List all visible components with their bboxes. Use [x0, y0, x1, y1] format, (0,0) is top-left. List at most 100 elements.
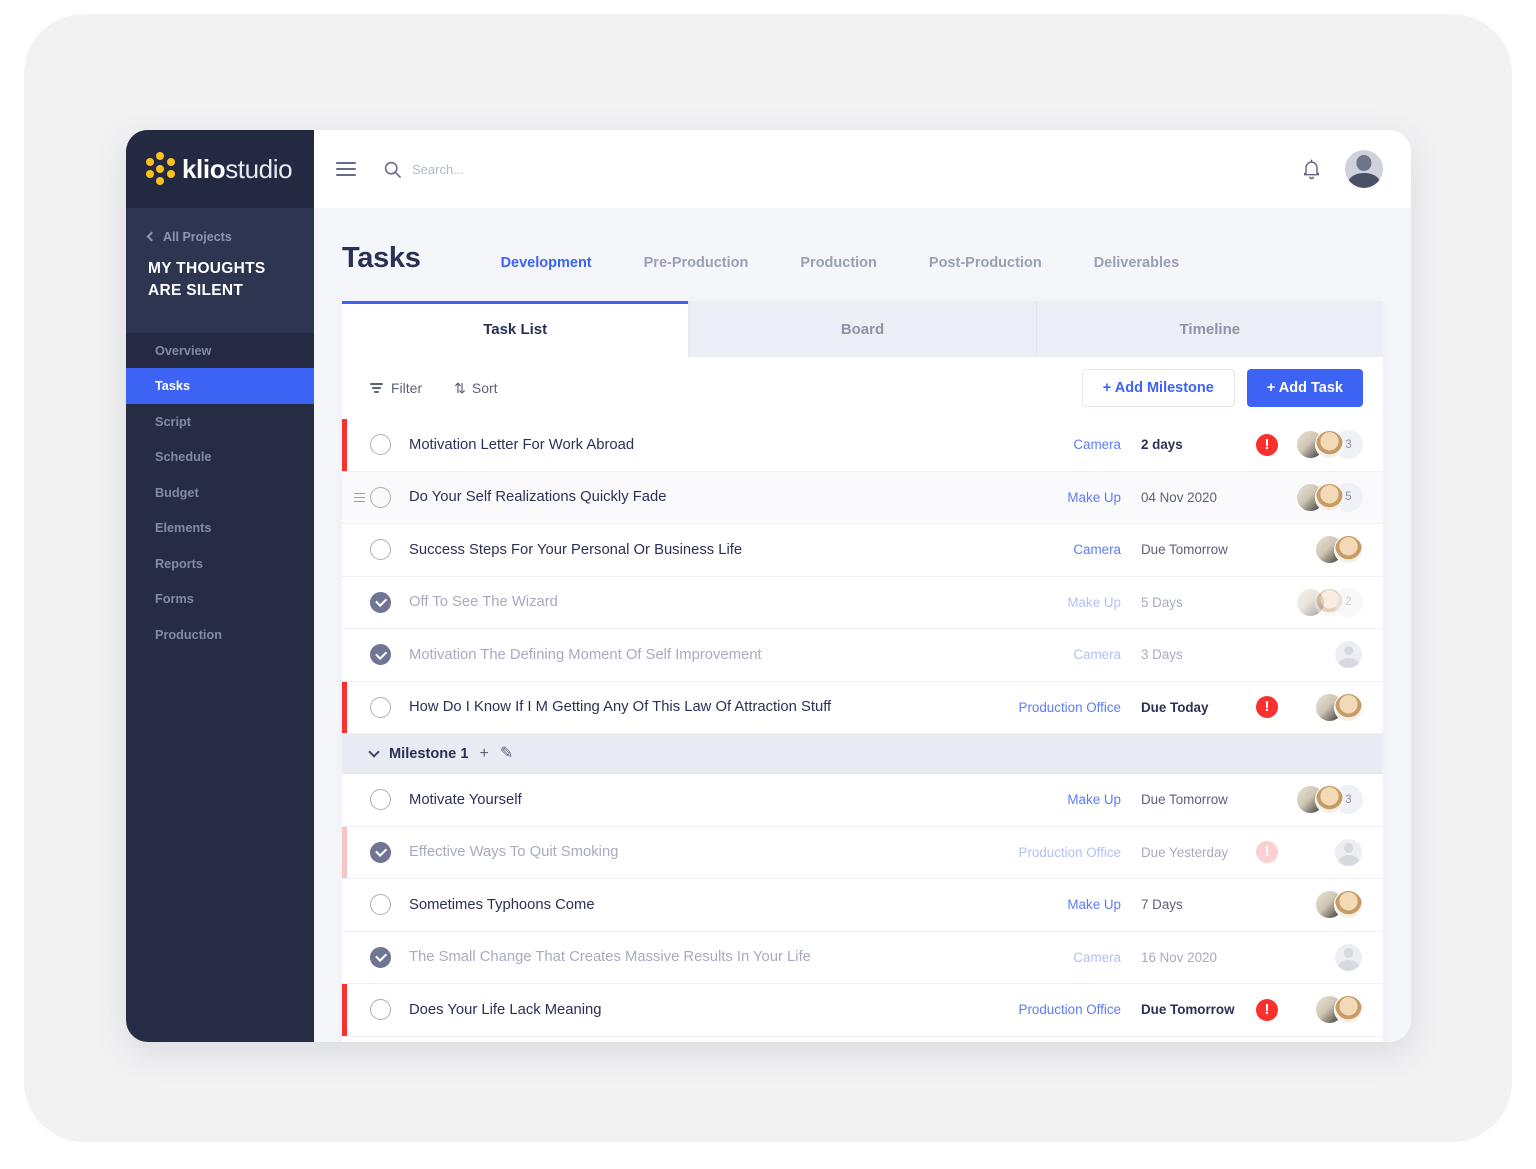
sidebar-item-schedule[interactable]: Schedule — [126, 439, 314, 475]
task-department[interactable]: Camera — [1073, 950, 1121, 965]
overdue-alert-icon[interactable]: ! — [1256, 998, 1278, 1021]
assignee-avatars[interactable]: 2 — [1289, 587, 1363, 617]
phase-tab-pre-production[interactable]: Pre-Production — [618, 255, 775, 271]
task-name: Sometimes Typhoons Come — [409, 896, 595, 913]
overdue-alert-icon[interactable]: ! — [1256, 696, 1278, 719]
view-tab-timeline[interactable]: Timeline — [1036, 301, 1383, 357]
add-task-to-milestone-icon[interactable]: + — [479, 745, 488, 762]
klio-flower-logo-icon — [143, 152, 177, 186]
phase-tab-post-production[interactable]: Post-Production — [903, 255, 1068, 271]
app-logo[interactable]: kliostudio — [126, 130, 314, 208]
filter-label: Filter — [391, 380, 423, 396]
task-department[interactable]: Camera — [1073, 542, 1121, 557]
task-row[interactable]: The Small Change That Creates Massive Re… — [342, 932, 1383, 984]
task-checkbox[interactable] — [370, 789, 391, 811]
phase-tab-development[interactable]: Development — [475, 255, 618, 271]
filter-button[interactable]: Filter — [370, 380, 422, 396]
edit-milestone-pencil-icon[interactable]: ✎ — [500, 745, 513, 762]
hamburger-line — [336, 162, 356, 164]
task-row[interactable]: Effective Ways To Quit Smoking Production… — [342, 826, 1383, 879]
user-avatar[interactable] — [1345, 150, 1383, 188]
task-department[interactable]: Make Up — [1067, 792, 1121, 807]
overdue-alert-icon[interactable]: ! — [1256, 433, 1278, 456]
task-checkbox[interactable] — [370, 946, 391, 968]
sort-button[interactable]: ⇅ Sort — [454, 380, 497, 397]
drag-handle-icon[interactable] — [354, 492, 365, 502]
assignee-avatars[interactable] — [1289, 535, 1363, 565]
sidebar-item-forms[interactable]: Forms — [126, 581, 314, 617]
task-row[interactable]: Success Steps For Your Personal Or Busin… — [342, 524, 1383, 577]
add-milestone-button[interactable]: + Add Milestone — [1081, 369, 1235, 407]
chevron-down-icon[interactable] — [368, 746, 380, 758]
task-row[interactable]: Do Your Self Realizations Quickly Fade Ma… — [342, 471, 1383, 524]
task-department[interactable]: Camera — [1073, 647, 1121, 662]
phase-tabs: Development Pre-Production Production Post-… — [475, 255, 1206, 271]
assignee-avatars[interactable]: 3 — [1289, 785, 1363, 815]
logo-dot — [156, 165, 165, 174]
task-department[interactable]: Production Office — [1019, 1002, 1121, 1017]
assignee-avatars[interactable] — [1289, 692, 1363, 722]
logo-dot — [156, 176, 165, 185]
task-row-meta: Camera 16 Nov 2020 — [1073, 942, 1363, 972]
task-department[interactable]: Production Office — [1019, 845, 1121, 860]
avatar — [1334, 942, 1363, 972]
assignee-avatars[interactable] — [1289, 640, 1363, 670]
avatar — [1334, 995, 1363, 1025]
filter-icon — [370, 383, 383, 393]
task-row[interactable]: Sometimes Typhoons Come Make Up 7 Days — [342, 879, 1383, 932]
assignee-avatars[interactable]: 3 — [1289, 430, 1363, 460]
view-tab-task-list[interactable]: Task List — [342, 301, 690, 357]
task-checkbox[interactable] — [370, 999, 391, 1021]
task-checkbox[interactable] — [370, 894, 391, 916]
task-row[interactable]: Motivation Letter For Work Abroad Camera 2… — [342, 419, 1383, 472]
task-row[interactable]: Motivation The Defining Moment Of Self I… — [342, 629, 1383, 682]
top-bar — [314, 130, 1411, 208]
task-due-date: 16 Nov 2020 — [1141, 949, 1217, 965]
task-checkbox[interactable] — [370, 539, 391, 561]
add-task-button[interactable]: + Add Task — [1246, 369, 1363, 407]
task-checkbox[interactable] — [370, 434, 391, 456]
all-projects-link[interactable]: All Projects — [146, 230, 292, 244]
task-row-meta: Camera 3 Days — [1073, 640, 1363, 670]
phase-tab-deliverables[interactable]: Deliverables — [1068, 255, 1205, 271]
assignee-avatars[interactable] — [1289, 995, 1363, 1025]
search-input[interactable] — [412, 161, 672, 177]
logo-dot — [145, 158, 154, 167]
sidebar: kliostudio All Projects MY THOUGHTS ARE … — [126, 130, 314, 1042]
assignee-avatars[interactable] — [1289, 890, 1363, 920]
assignee-avatars[interactable]: 5 — [1289, 482, 1363, 512]
view-tab-board[interactable]: Board — [689, 301, 1037, 357]
assignee-avatars[interactable] — [1289, 942, 1363, 972]
sidebar-item-reports[interactable]: Reports — [126, 546, 314, 582]
task-checkbox[interactable] — [370, 696, 391, 718]
task-department[interactable]: Make Up — [1067, 490, 1121, 505]
task-checkbox[interactable] — [370, 644, 391, 666]
task-checkbox[interactable] — [370, 591, 391, 613]
task-department[interactable]: Make Up — [1067, 595, 1121, 610]
task-row[interactable]: Motivate Yourself Make Up Due Tomorrow 3 — [342, 774, 1383, 827]
sidebar-item-tasks[interactable]: Tasks — [126, 368, 314, 404]
task-row[interactable]: How Do I Know If I M Getting Any Of This… — [342, 681, 1383, 734]
bell-icon[interactable] — [1302, 159, 1321, 180]
task-row[interactable]: Off To See The Wizard Make Up 5 Days 2 — [342, 577, 1383, 629]
task-department[interactable]: Make Up — [1067, 897, 1121, 912]
sidebar-item-elements[interactable]: Elements — [126, 510, 314, 546]
task-due-date: Due Yesterday — [1141, 844, 1229, 860]
hamburger-menu-icon[interactable] — [336, 158, 356, 180]
assignee-avatars[interactable] — [1289, 837, 1363, 867]
sidebar-item-overview[interactable]: Overview — [126, 332, 314, 369]
task-row-meta: Production Office Due Today! — [1019, 692, 1363, 722]
row-status-bar — [342, 681, 347, 733]
page-header: Tasks Development Pre-Production Productio… — [314, 208, 1411, 275]
sidebar-item-production[interactable]: Production — [126, 617, 314, 653]
overdue-alert-icon[interactable]: ! — [1256, 841, 1278, 864]
task-department[interactable]: Production Office — [1019, 700, 1121, 715]
task-checkbox[interactable] — [370, 841, 391, 863]
sidebar-item-script[interactable]: Script — [126, 404, 314, 440]
task-checkbox[interactable] — [370, 486, 391, 508]
sidebar-item-budget[interactable]: Budget — [126, 475, 314, 511]
phase-tab-production[interactable]: Production — [774, 255, 903, 271]
task-row[interactable]: Does Your Life Lack Meaning Production Of… — [342, 984, 1383, 1037]
task-department[interactable]: Camera — [1073, 437, 1121, 452]
task-row-meta: Production Office Due Tomorrow! — [1019, 995, 1363, 1025]
